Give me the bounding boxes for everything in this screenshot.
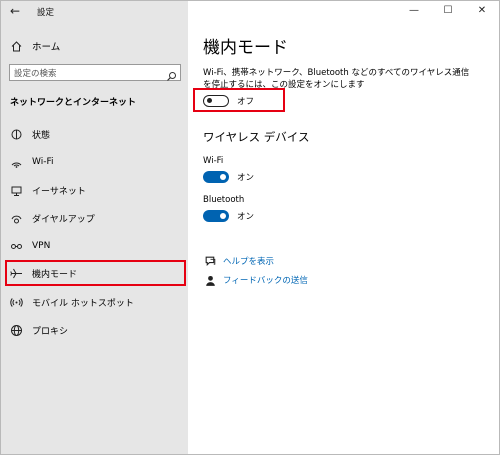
- bluetooth-device-label: Bluetooth: [203, 195, 245, 205]
- sidebar-item-vpn[interactable]: VPN: [10, 238, 50, 254]
- toggle-knob: [220, 174, 226, 180]
- sidebar-item-label: モバイル ホットスポット: [32, 298, 134, 309]
- section-title: ネットワークとインターネット: [10, 98, 137, 108]
- sidebar-item-label: 状態: [32, 130, 51, 141]
- back-arrow-icon[interactable]: ←: [10, 4, 20, 18]
- page-title: 機内モード: [203, 38, 288, 58]
- sidebar-item-mobile-hotspot[interactable]: モバイル ホットスポット: [10, 294, 134, 310]
- wifi-icon: [10, 156, 23, 169]
- home-icon: [10, 40, 23, 53]
- search-box[interactable]: 設定の検索: [9, 64, 181, 81]
- wifi-device-label: Wi-Fi: [203, 156, 224, 166]
- toggle-knob: [207, 98, 212, 103]
- sidebar-item-status[interactable]: 状態: [10, 126, 50, 142]
- airplane-toggle-label: オフ: [237, 97, 255, 107]
- toggle-knob: [220, 213, 226, 219]
- settings-window: ← 設定 ホーム 設定の検索 ネットワークとインターネット 状態 Wi-Fi イ…: [0, 0, 500, 455]
- sidebar-item-label: Wi-Fi: [32, 157, 54, 167]
- wifi-toggle-row: オン: [203, 171, 254, 183]
- window-controls: — ☐ ✕: [397, 1, 499, 21]
- wireless-devices-heading: ワイヤレス デバイス: [203, 130, 310, 144]
- sidebar-item-label: プロキシ: [32, 326, 69, 337]
- airplane-mode-toggle[interactable]: [203, 95, 229, 107]
- maximize-button[interactable]: ☐: [431, 1, 465, 21]
- feedback-icon: [204, 274, 216, 286]
- home-label: ホーム: [32, 42, 61, 53]
- help-icon: [204, 255, 216, 267]
- home-nav-item[interactable]: ホーム: [10, 39, 60, 53]
- feedback-link[interactable]: フィードバックの送信: [204, 274, 308, 286]
- dialup-icon: [10, 212, 23, 225]
- close-button[interactable]: ✕: [465, 1, 499, 21]
- sidebar-item-wifi[interactable]: Wi-Fi: [10, 154, 53, 170]
- feedback-link-label: フィードバックの送信: [223, 276, 308, 286]
- bluetooth-toggle-row: オン: [203, 210, 254, 222]
- minimize-button[interactable]: —: [397, 1, 431, 21]
- sidebar: ← 設定 ホーム 設定の検索 ネットワークとインターネット 状態 Wi-Fi イ…: [1, 1, 188, 454]
- sidebar-item-dialup[interactable]: ダイヤルアップ: [10, 210, 95, 226]
- bluetooth-toggle[interactable]: [203, 210, 229, 222]
- search-input[interactable]: 設定の検索: [14, 67, 57, 79]
- wifi-toggle[interactable]: [203, 171, 229, 183]
- sidebar-item-label: VPN: [32, 241, 51, 251]
- sidebar-item-ethernet[interactable]: イーサネット: [10, 182, 86, 198]
- globe-icon: [10, 324, 23, 337]
- airplane-toggle-row: オフ: [203, 95, 254, 107]
- sidebar-item-label: ダイヤルアップ: [32, 214, 95, 225]
- sidebar-highlight-box: [5, 260, 186, 286]
- sidebar-item-label: イーサネット: [32, 186, 86, 197]
- search-icon[interactable]: [166, 67, 177, 81]
- help-link[interactable]: ヘルプを表示: [204, 255, 274, 267]
- title-bar: ← 設定: [1, 1, 188, 23]
- hotspot-icon: [10, 296, 23, 309]
- sidebar-item-proxy[interactable]: プロキシ: [10, 322, 68, 338]
- bluetooth-toggle-label: オン: [237, 212, 255, 222]
- ethernet-icon: [10, 184, 23, 197]
- vpn-icon: [10, 240, 23, 253]
- help-link-label: ヘルプを表示: [223, 257, 275, 267]
- status-icon: [10, 128, 23, 141]
- window-title: 設定: [37, 8, 55, 18]
- wifi-toggle-label: オン: [237, 173, 255, 183]
